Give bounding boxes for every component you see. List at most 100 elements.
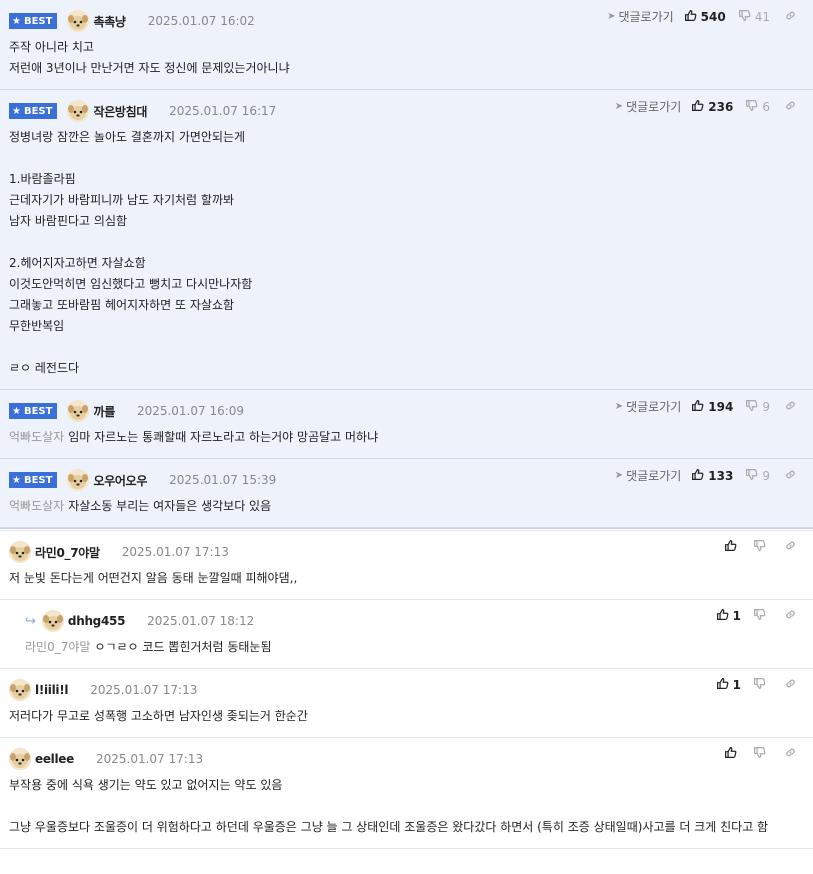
comment-line: 저 눈빛 돈다는게 어떤건지 알음 동태 눈깔일때 피해야댐,, — [9, 568, 804, 589]
comment-date: 2025.01.07 17:13 — [90, 683, 198, 697]
comment-text: 그래놓고 또바람핌 헤어지자하면 또 자살쇼함 — [9, 298, 235, 312]
mention-nickname[interactable]: 억빠도살자 — [9, 499, 64, 513]
comment-line: 정병녀랑 잠깐은 놀아도 결혼까지 가면안되는게 — [9, 127, 804, 148]
downvote-button[interactable]: 6 — [745, 99, 770, 115]
comment-date: 2025.01.07 17:13 — [121, 545, 229, 559]
author-nickname[interactable]: 오우어오우 — [93, 472, 147, 489]
comment-text: 자살소동 부리는 여자들은 생각보다 있음 — [68, 499, 272, 513]
comment-body: 주작 아니라 치고 저런애 3년이나 만난거면 자도 정신에 문제있는거아니냐 — [9, 37, 804, 79]
downvote-button[interactable]: 9 — [745, 468, 770, 484]
comment-header: ↪ dhhg455 2025.01.07 18:12 — [25, 610, 804, 632]
thumbs-up-icon — [684, 9, 701, 25]
link-icon[interactable] — [784, 677, 801, 693]
comment-date: 2025.01.07 16:17 — [169, 104, 277, 118]
thumbs-up-icon — [716, 608, 733, 624]
downvote-button[interactable]: 9 — [745, 399, 770, 415]
link-icon[interactable] — [784, 539, 801, 555]
comment-actions — [724, 746, 801, 762]
comment-body: 저러다가 무고로 성폭행 고소하면 남자인생 좆되는거 한순간 — [9, 706, 804, 727]
comment: l!iili!l 2025.01.07 17:13 1 저러다가 무고로 성폭행 고소… — [0, 669, 813, 738]
downvote-button[interactable] — [753, 539, 770, 555]
comment-text: 부작용 중에 식욕 생기는 약도 있고 없어지는 약도 있음 — [9, 778, 283, 792]
upvote-button[interactable]: 540 — [684, 9, 726, 25]
upvote-button[interactable] — [724, 539, 741, 555]
avatar[interactable] — [67, 400, 90, 422]
downvote-button[interactable] — [753, 746, 770, 762]
mention-nickname[interactable]: 억빠도살자 — [9, 430, 64, 444]
comment-body: 저 눈빛 돈다는게 어떤건지 알음 동태 눈깔일때 피해야댐,, — [9, 568, 804, 589]
goto-comment-button[interactable]: ➤ 댓글로가기 — [615, 398, 682, 415]
comment-text: 2.헤어지자고하면 자살쇼함 — [9, 256, 146, 270]
comment-body: 라민0_7야말 ㅇㄱㄹㅇ 코드 뽑힌거처럼 동태눈됨 — [25, 637, 804, 658]
comment-line: 그래놓고 또바람핌 헤어지자하면 또 자살쇼함 — [9, 295, 804, 316]
comment-actions: ➤ 댓글로가기 194 9 — [615, 398, 801, 415]
comment-actions: ➤ 댓글로가기 133 9 — [615, 467, 801, 484]
upvote-count: 540 — [700, 9, 726, 24]
author-nickname[interactable]: 촉촉냥 — [93, 13, 126, 30]
downvote-button[interactable] — [753, 608, 770, 624]
arrow-icon: ➤ — [607, 11, 616, 22]
thumbs-up-icon — [691, 399, 708, 415]
avatar[interactable] — [67, 100, 90, 122]
comment-line: 부작용 중에 식욕 생기는 약도 있고 없어지는 약도 있음 — [9, 775, 804, 796]
author-nickname[interactable]: l!iili!l — [35, 683, 69, 697]
upvote-button[interactable]: 194 — [691, 399, 733, 415]
upvote-button[interactable] — [724, 746, 741, 762]
comment-line: 억빠도살자 임마 자르노는 통쾌할때 자르노라고 하는거야 망곰달고 머하냐 — [9, 427, 804, 448]
comment-text: 남자 바람핀다고 의심함 — [9, 214, 128, 228]
comment-actions — [724, 539, 801, 555]
comment-actions: 1 — [716, 677, 801, 693]
goto-comment-button[interactable]: ➤ 댓글로가기 — [607, 8, 674, 25]
goto-comment-label: 댓글로가기 — [626, 400, 682, 414]
best-comment: ★ BEST 촉촉냥 2025.01.07 16:02 ➤ 댓글로가기 540 41 주작 아니… — [0, 0, 813, 90]
link-icon[interactable] — [784, 9, 801, 25]
avatar[interactable] — [41, 610, 64, 632]
comment-line: 저러다가 무고로 성폭행 고소하면 남자인생 좆되는거 한순간 — [9, 706, 804, 727]
author-nickname[interactable]: dhhg455 — [68, 614, 126, 628]
author-nickname[interactable]: 라민0_7야말 — [35, 544, 100, 561]
upvote-button[interactable]: 1 — [716, 677, 741, 693]
reply-arrow-icon: ↪ — [25, 613, 36, 629]
best-badge-label: BEST — [23, 15, 53, 27]
downvote-button[interactable]: 41 — [738, 9, 770, 25]
upvote-button[interactable]: 1 — [716, 608, 741, 624]
goto-comment-button[interactable]: ➤ 댓글로가기 — [615, 467, 682, 484]
comment-header: eellee 2025.01.07 17:13 — [9, 748, 804, 770]
avatar[interactable] — [67, 10, 90, 32]
avatar[interactable] — [9, 679, 31, 701]
thumbs-up-icon — [691, 99, 708, 115]
link-icon[interactable] — [784, 99, 801, 115]
thumbs-down-icon — [753, 608, 770, 624]
upvote-button[interactable]: 236 — [691, 99, 733, 115]
author-nickname[interactable]: eellee — [35, 752, 74, 766]
comment-text: 무한반복임 — [9, 319, 65, 333]
link-icon[interactable] — [784, 608, 801, 624]
goto-comment-button[interactable]: ➤ 댓글로가기 — [615, 98, 682, 115]
thumbs-up-icon — [716, 677, 733, 693]
link-icon[interactable] — [784, 746, 801, 762]
comment-line: 1.바람졸라핌 — [9, 169, 804, 190]
link-icon[interactable] — [784, 399, 801, 415]
comment-actions: ➤ 댓글로가기 236 6 — [615, 98, 801, 115]
comment-text: 저런애 3년이나 만난거면 자도 정신에 문제있는거아니냐 — [9, 61, 290, 75]
comment-actions: ➤ 댓글로가기 540 41 — [607, 8, 801, 25]
arrow-icon: ➤ — [614, 401, 624, 412]
downvote-count: 6 — [762, 99, 770, 114]
upvote-count: 1 — [732, 678, 741, 692]
avatar[interactable] — [67, 469, 90, 491]
author-nickname[interactable]: 작은방침대 — [93, 103, 147, 120]
best-badge: ★ BEST — [9, 103, 58, 119]
comment: eellee 2025.01.07 17:13 부작용 중에 식욕 생기는 약도 있… — [0, 738, 813, 849]
avatar[interactable] — [9, 541, 31, 563]
downvote-button[interactable] — [753, 677, 770, 693]
thumbs-down-icon — [753, 539, 770, 555]
link-icon[interactable] — [784, 468, 801, 484]
avatar[interactable] — [9, 748, 31, 770]
best-badge-label: BEST — [23, 105, 53, 117]
mention-nickname[interactable]: 라민0_7야말 — [25, 640, 90, 654]
thumbs-down-icon — [745, 99, 762, 115]
upvote-count: 133 — [708, 468, 734, 483]
comment-text: 근데자기가 바람피니까 남도 자기처럼 할까봐 — [9, 193, 235, 207]
upvote-button[interactable]: 133 — [691, 468, 733, 484]
author-nickname[interactable]: 까를 — [93, 403, 115, 420]
